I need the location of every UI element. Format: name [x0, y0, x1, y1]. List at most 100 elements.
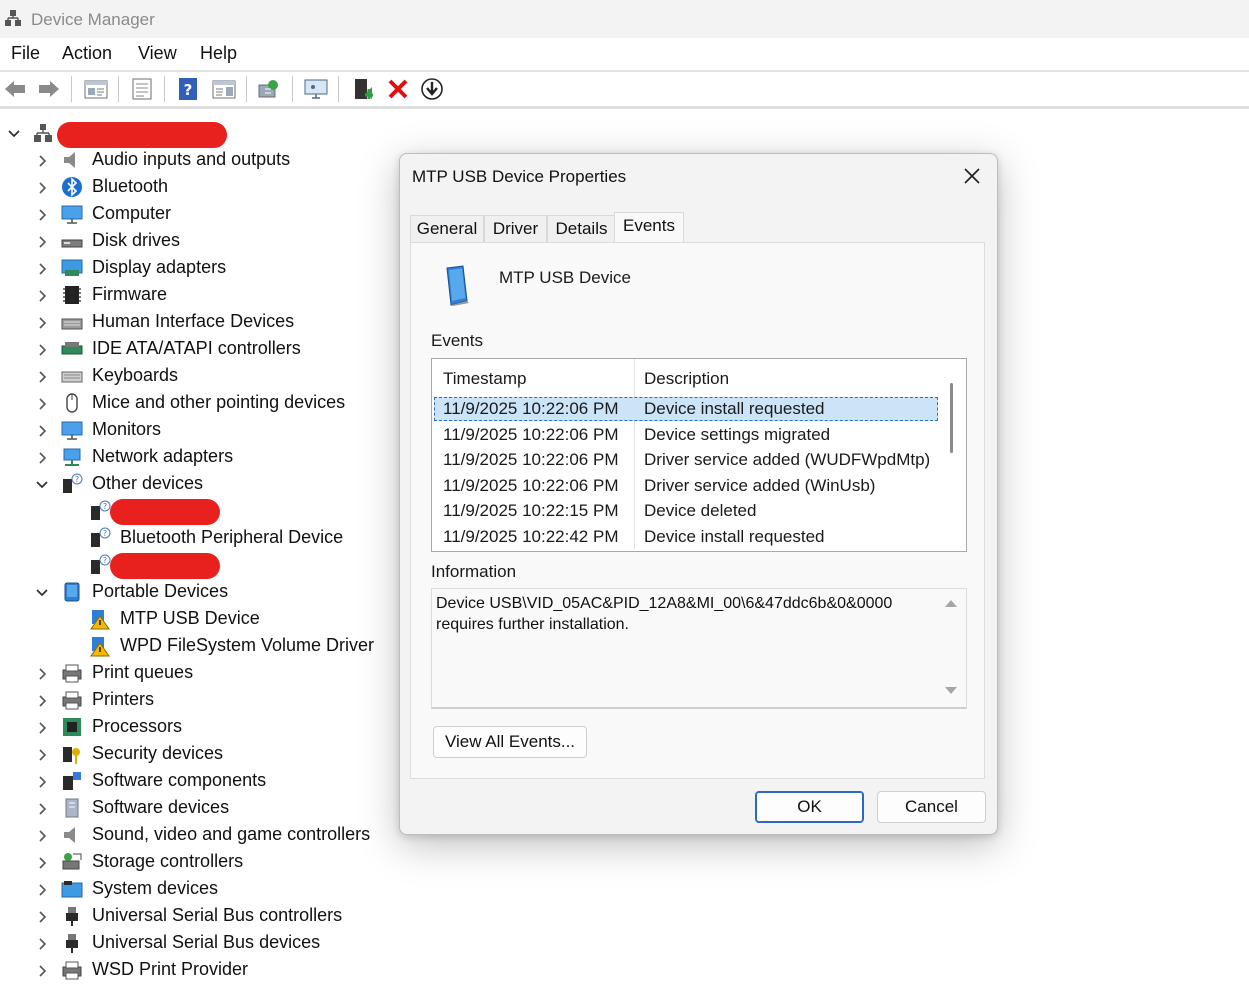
- help-icon[interactable]: ?: [176, 77, 200, 101]
- chevron-right-icon[interactable]: [35, 828, 51, 844]
- tree-category[interactable]: Printers: [0, 687, 395, 714]
- tree-category[interactable]: Universal Serial Bus devices: [0, 930, 395, 957]
- unknown-device-icon: ?: [91, 554, 111, 574]
- chevron-right-icon[interactable]: [35, 180, 51, 196]
- chevron-right-icon[interactable]: [35, 774, 51, 790]
- column-header-description[interactable]: Description: [644, 369, 729, 389]
- chevron-right-icon[interactable]: [35, 288, 51, 304]
- tree-category[interactable]: Display adapters: [0, 255, 395, 282]
- download-driver-icon[interactable]: [420, 77, 444, 101]
- tree-category[interactable]: Computer: [0, 201, 395, 228]
- chevron-right-icon[interactable]: [35, 234, 51, 250]
- tree-category[interactable]: Storage controllers: [0, 849, 395, 876]
- cancel-button[interactable]: Cancel: [877, 791, 986, 823]
- chevron-right-icon[interactable]: [35, 153, 51, 169]
- event-row[interactable]: 11/9/2025 10:22:06 PM Driver service adde…: [434, 474, 938, 498]
- chevron-right-icon[interactable]: [35, 315, 51, 331]
- tree-category[interactable]: IDE ATA/ATAPI controllers: [0, 336, 395, 363]
- chevron-right-icon[interactable]: [35, 909, 51, 925]
- tree-category[interactable]: Network adapters: [0, 444, 395, 471]
- events-list[interactable]: Timestamp Description 11/9/2025 10:22:06…: [431, 358, 967, 552]
- tree-category[interactable]: Mice and other pointing devices: [0, 390, 395, 417]
- event-row[interactable]: 11/9/2025 10:22:42 PM Device install requ…: [434, 525, 938, 549]
- tree-device[interactable]: ?: [0, 498, 395, 525]
- tree-category[interactable]: Processors: [0, 714, 395, 741]
- tree-category[interactable]: Sound, video and game controllers: [0, 822, 395, 849]
- chevron-right-icon[interactable]: [35, 747, 51, 763]
- scan-hardware-icon[interactable]: [257, 77, 281, 101]
- tree-root[interactable]: [0, 120, 240, 148]
- chevron-right-icon[interactable]: [35, 342, 51, 358]
- scroll-up-arrow-icon[interactable]: [944, 598, 958, 608]
- view-all-events-button[interactable]: View All Events...: [433, 726, 587, 758]
- menu-action[interactable]: Action: [62, 43, 112, 64]
- tree-item-label: Bluetooth: [92, 176, 169, 196]
- event-row[interactable]: 11/9/2025 10:22:06 PM Driver service adde…: [434, 448, 938, 472]
- tree-category[interactable]: Universal Serial Bus controllers: [0, 903, 395, 930]
- chevron-right-icon[interactable]: [35, 261, 51, 277]
- tree-category[interactable]: WSD Print Provider: [0, 957, 395, 984]
- tree-category[interactable]: Print queues: [0, 660, 395, 687]
- event-row[interactable]: 11/9/2025 10:22:06 PM Device install requ…: [434, 397, 938, 421]
- chevron-right-icon[interactable]: [35, 423, 51, 439]
- tree-category[interactable]: Human Interface Devices: [0, 309, 395, 336]
- tree-device[interactable]: WPD FileSystem Volume Driver: [0, 633, 395, 660]
- chevron-right-icon[interactable]: [35, 801, 51, 817]
- chevron-right-icon[interactable]: [35, 936, 51, 952]
- tab-driver[interactable]: Driver: [484, 215, 547, 242]
- chevron-right-icon[interactable]: [35, 666, 51, 682]
- properties-sheet-icon[interactable]: [84, 77, 108, 101]
- event-row[interactable]: 11/9/2025 10:22:06 PM Device settings mig…: [434, 423, 938, 447]
- chevron-down-icon[interactable]: [34, 477, 50, 493]
- tree-device[interactable]: MTP USB Device: [0, 606, 395, 633]
- hid-keyboard-icon: [61, 318, 83, 330]
- action-pane-icon[interactable]: [212, 77, 236, 101]
- chevron-down-icon[interactable]: [34, 585, 50, 601]
- event-row[interactable]: 11/9/2025 10:22:15 PM Device deleted: [434, 499, 938, 523]
- add-driver-icon[interactable]: [352, 77, 376, 101]
- monitor-icon[interactable]: [304, 77, 328, 101]
- chevron-right-icon[interactable]: [35, 855, 51, 871]
- chevron-right-icon[interactable]: [35, 207, 51, 223]
- uninstall-x-icon[interactable]: [386, 77, 410, 101]
- tree-category[interactable]: ? Other devices: [0, 471, 395, 498]
- tree-category[interactable]: Software devices: [0, 795, 395, 822]
- chevron-right-icon[interactable]: [35, 369, 51, 385]
- menu-view[interactable]: View: [138, 43, 177, 64]
- information-box[interactable]: Device USB\VID_05AC&PID_12A8&MI_00\6&47d…: [431, 588, 967, 709]
- tree-category[interactable]: Disk drives: [0, 228, 395, 255]
- tree-category[interactable]: Audio inputs and outputs: [0, 147, 395, 174]
- tree-category[interactable]: Firmware: [0, 282, 395, 309]
- tree-category[interactable]: Portable Devices: [0, 579, 395, 606]
- menu-file[interactable]: File: [11, 43, 40, 64]
- tab-events[interactable]: Events: [614, 212, 684, 243]
- tree-category[interactable]: System devices: [0, 876, 395, 903]
- tree-category[interactable]: Software components: [0, 768, 395, 795]
- scroll-down-arrow-icon[interactable]: [944, 686, 958, 696]
- tree-category[interactable]: Bluetooth: [0, 174, 395, 201]
- tab-details[interactable]: Details: [547, 215, 616, 242]
- tree-category[interactable]: Keyboards: [0, 363, 395, 390]
- chevron-right-icon[interactable]: [35, 963, 51, 979]
- column-header-timestamp[interactable]: Timestamp: [443, 369, 526, 389]
- back-arrow-icon[interactable]: [3, 77, 27, 101]
- chevron-right-icon[interactable]: [35, 396, 51, 412]
- chevron-right-icon[interactable]: [35, 450, 51, 466]
- chevron-right-icon[interactable]: [35, 693, 51, 709]
- chevron-down-icon[interactable]: [6, 126, 22, 142]
- update-list-icon[interactable]: [130, 77, 154, 101]
- tree-category[interactable]: Security devices: [0, 741, 395, 768]
- tree-device[interactable]: ?: [0, 552, 395, 579]
- tab-general[interactable]: General: [410, 215, 484, 242]
- chevron-right-icon[interactable]: [35, 882, 51, 898]
- tree-device[interactable]: ? Bluetooth Peripheral Device: [0, 525, 395, 552]
- svg-text:?: ?: [103, 529, 107, 538]
- menu-help[interactable]: Help: [200, 43, 237, 64]
- information-label: Information: [431, 562, 517, 581]
- chevron-right-icon[interactable]: [35, 720, 51, 736]
- tree-category[interactable]: Monitors: [0, 417, 395, 444]
- forward-arrow-icon[interactable]: [37, 77, 61, 101]
- events-scrollbar[interactable]: [950, 383, 953, 453]
- close-icon[interactable]: [962, 166, 982, 186]
- ok-button[interactable]: OK: [755, 791, 864, 823]
